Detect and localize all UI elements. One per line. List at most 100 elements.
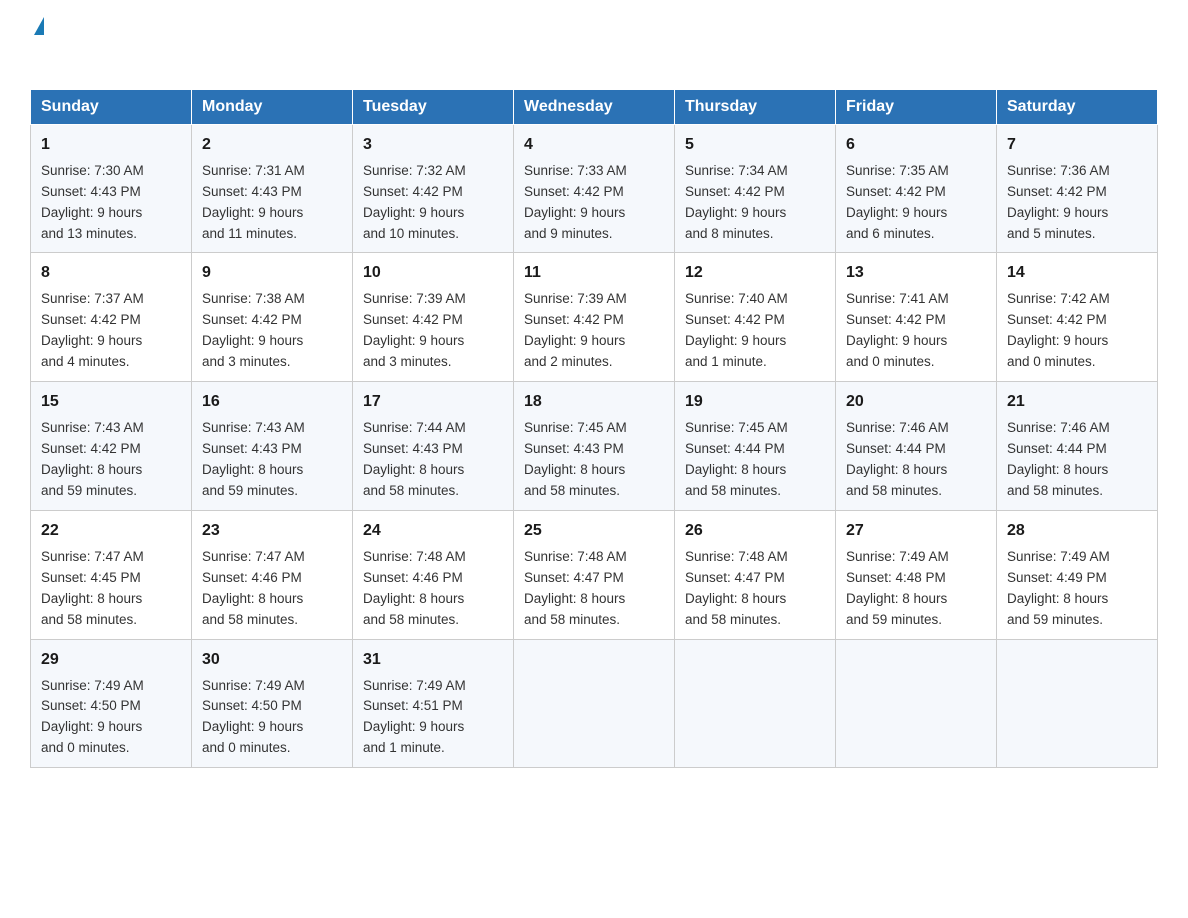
col-header-saturday: Saturday	[997, 89, 1158, 124]
calendar-cell: 10 Sunrise: 7:39 AMSunset: 4:42 PMDayligh…	[353, 253, 514, 382]
calendar-cell: 13Sunrise: 7:41 AMSunset: 4:42 PMDayligh…	[836, 253, 997, 382]
calendar-week-row: 22Sunrise: 7:47 AMSunset: 4:45 PMDayligh…	[31, 510, 1158, 639]
day-info: Sunrise: 7:32 AMSunset: 4:42 PMDaylight:…	[363, 161, 503, 245]
col-header-thursday: Thursday	[675, 89, 836, 124]
calendar-cell: 29 Sunrise: 7:49 AMSunset: 4:50 PMDayligh…	[31, 639, 192, 768]
calendar-cell: 2 Sunrise: 7:31 AMSunset: 4:43 PMDaylight…	[192, 124, 353, 253]
day-number: 11	[524, 261, 664, 285]
day-info: Sunrise: 7:49 AMSunset: 4:48 PMDaylight:…	[846, 547, 986, 631]
day-number: 29	[41, 648, 181, 672]
calendar-cell: 28 Sunrise: 7:49 AMSunset: 4:49 PMDayligh…	[997, 510, 1158, 639]
day-number: 14	[1007, 261, 1147, 285]
logo	[30, 20, 44, 69]
day-info: Sunrise: 7:37 AMSunset: 4:42 PMDaylight:…	[41, 289, 181, 373]
calendar-cell: 25 Sunrise: 7:48 AMSunset: 4:47 PMDayligh…	[514, 510, 675, 639]
day-number: 30	[202, 648, 342, 672]
day-number: 18	[524, 390, 664, 414]
day-number: 1	[41, 133, 181, 157]
calendar-cell: 31Sunrise: 7:49 AMSunset: 4:51 PMDayligh…	[353, 639, 514, 768]
day-number: 9	[202, 261, 342, 285]
calendar-cell: 22Sunrise: 7:47 AMSunset: 4:45 PMDayligh…	[31, 510, 192, 639]
calendar-cell: 17 Sunrise: 7:44 AMSunset: 4:43 PMDayligh…	[353, 382, 514, 511]
calendar-cell: 9 Sunrise: 7:38 AMSunset: 4:42 PMDaylight…	[192, 253, 353, 382]
day-info: Sunrise: 7:49 AMSunset: 4:49 PMDaylight:…	[1007, 547, 1147, 631]
day-info: Sunrise: 7:44 AMSunset: 4:43 PMDaylight:…	[363, 418, 503, 502]
day-info: Sunrise: 7:46 AMSunset: 4:44 PMDaylight:…	[846, 418, 986, 502]
day-info: Sunrise: 7:48 AMSunset: 4:46 PMDaylight:…	[363, 547, 503, 631]
calendar-week-row: 15Sunrise: 7:43 AMSunset: 4:42 PMDayligh…	[31, 382, 1158, 511]
day-number: 21	[1007, 390, 1147, 414]
calendar-cell: 5 Sunrise: 7:34 AMSunset: 4:42 PMDaylight…	[675, 124, 836, 253]
calendar-cell: 6Sunrise: 7:35 AMSunset: 4:42 PMDaylight…	[836, 124, 997, 253]
day-number: 6	[846, 133, 986, 157]
day-info: Sunrise: 7:43 AMSunset: 4:43 PMDaylight:…	[202, 418, 342, 502]
day-number: 22	[41, 519, 181, 543]
day-info: Sunrise: 7:48 AMSunset: 4:47 PMDaylight:…	[524, 547, 664, 631]
day-number: 31	[363, 648, 503, 672]
col-header-tuesday: Tuesday	[353, 89, 514, 124]
calendar-cell: 27 Sunrise: 7:49 AMSunset: 4:48 PMDayligh…	[836, 510, 997, 639]
day-number: 24	[363, 519, 503, 543]
calendar-cell: 18 Sunrise: 7:45 AMSunset: 4:43 PMDayligh…	[514, 382, 675, 511]
day-info: Sunrise: 7:48 AMSunset: 4:47 PMDaylight:…	[685, 547, 825, 631]
day-number: 3	[363, 133, 503, 157]
day-info: Sunrise: 7:38 AMSunset: 4:42 PMDaylight:…	[202, 289, 342, 373]
day-info: Sunrise: 7:46 AMSunset: 4:44 PMDaylight:…	[1007, 418, 1147, 502]
day-info: Sunrise: 7:39 AMSunset: 4:42 PMDaylight:…	[363, 289, 503, 373]
calendar-cell: 12Sunrise: 7:40 AMSunset: 4:42 PMDayligh…	[675, 253, 836, 382]
col-header-sunday: Sunday	[31, 89, 192, 124]
day-info: Sunrise: 7:39 AMSunset: 4:42 PMDaylight:…	[524, 289, 664, 373]
calendar-cell: 19 Sunrise: 7:45 AMSunset: 4:44 PMDayligh…	[675, 382, 836, 511]
day-number: 20	[846, 390, 986, 414]
day-number: 17	[363, 390, 503, 414]
day-number: 28	[1007, 519, 1147, 543]
day-info: Sunrise: 7:43 AMSunset: 4:42 PMDaylight:…	[41, 418, 181, 502]
day-info: Sunrise: 7:49 AMSunset: 4:50 PMDaylight:…	[202, 676, 342, 760]
calendar-header-row: SundayMondayTuesdayWednesdayThursdayFrid…	[31, 89, 1158, 124]
day-info: Sunrise: 7:41 AMSunset: 4:42 PMDaylight:…	[846, 289, 986, 373]
day-number: 27	[846, 519, 986, 543]
day-info: Sunrise: 7:36 AMSunset: 4:42 PMDaylight:…	[1007, 161, 1147, 245]
day-info: Sunrise: 7:34 AMSunset: 4:42 PMDaylight:…	[685, 161, 825, 245]
calendar-cell	[675, 639, 836, 768]
day-number: 4	[524, 133, 664, 157]
day-number: 12	[685, 261, 825, 285]
day-number: 25	[524, 519, 664, 543]
col-header-wednesday: Wednesday	[514, 89, 675, 124]
calendar-cell	[836, 639, 997, 768]
calendar-cell	[997, 639, 1158, 768]
calendar-cell: 1 Sunrise: 7:30 AMSunset: 4:43 PMDaylight…	[31, 124, 192, 253]
day-info: Sunrise: 7:33 AMSunset: 4:42 PMDaylight:…	[524, 161, 664, 245]
calendar-week-row: 1 Sunrise: 7:30 AMSunset: 4:43 PMDaylight…	[31, 124, 1158, 253]
day-info: Sunrise: 7:45 AMSunset: 4:43 PMDaylight:…	[524, 418, 664, 502]
col-header-friday: Friday	[836, 89, 997, 124]
calendar-cell: 11 Sunrise: 7:39 AMSunset: 4:42 PMDayligh…	[514, 253, 675, 382]
calendar-cell: 7 Sunrise: 7:36 AMSunset: 4:42 PMDaylight…	[997, 124, 1158, 253]
day-info: Sunrise: 7:45 AMSunset: 4:44 PMDaylight:…	[685, 418, 825, 502]
calendar-cell: 14 Sunrise: 7:42 AMSunset: 4:42 PMDayligh…	[997, 253, 1158, 382]
day-info: Sunrise: 7:30 AMSunset: 4:43 PMDaylight:…	[41, 161, 181, 245]
calendar-cell: 16 Sunrise: 7:43 AMSunset: 4:43 PMDayligh…	[192, 382, 353, 511]
day-number: 10	[363, 261, 503, 285]
calendar-week-row: 8 Sunrise: 7:37 AMSunset: 4:42 PMDaylight…	[31, 253, 1158, 382]
calendar-cell	[514, 639, 675, 768]
day-number: 5	[685, 133, 825, 157]
day-info: Sunrise: 7:49 AMSunset: 4:50 PMDaylight:…	[41, 676, 181, 760]
calendar-cell: 24 Sunrise: 7:48 AMSunset: 4:46 PMDayligh…	[353, 510, 514, 639]
day-number: 19	[685, 390, 825, 414]
logo-triangle-icon	[34, 17, 44, 35]
day-number: 23	[202, 519, 342, 543]
day-number: 16	[202, 390, 342, 414]
calendar-cell: 21 Sunrise: 7:46 AMSunset: 4:44 PMDayligh…	[997, 382, 1158, 511]
calendar-cell: 23Sunrise: 7:47 AMSunset: 4:46 PMDayligh…	[192, 510, 353, 639]
calendar-cell: 20 Sunrise: 7:46 AMSunset: 4:44 PMDayligh…	[836, 382, 997, 511]
calendar-cell: 3 Sunrise: 7:32 AMSunset: 4:42 PMDaylight…	[353, 124, 514, 253]
day-number: 2	[202, 133, 342, 157]
day-info: Sunrise: 7:42 AMSunset: 4:42 PMDaylight:…	[1007, 289, 1147, 373]
day-info: Sunrise: 7:31 AMSunset: 4:43 PMDaylight:…	[202, 161, 342, 245]
day-number: 26	[685, 519, 825, 543]
calendar-cell: 15Sunrise: 7:43 AMSunset: 4:42 PMDayligh…	[31, 382, 192, 511]
calendar-cell: 4 Sunrise: 7:33 AMSunset: 4:42 PMDaylight…	[514, 124, 675, 253]
day-number: 7	[1007, 133, 1147, 157]
day-number: 8	[41, 261, 181, 285]
